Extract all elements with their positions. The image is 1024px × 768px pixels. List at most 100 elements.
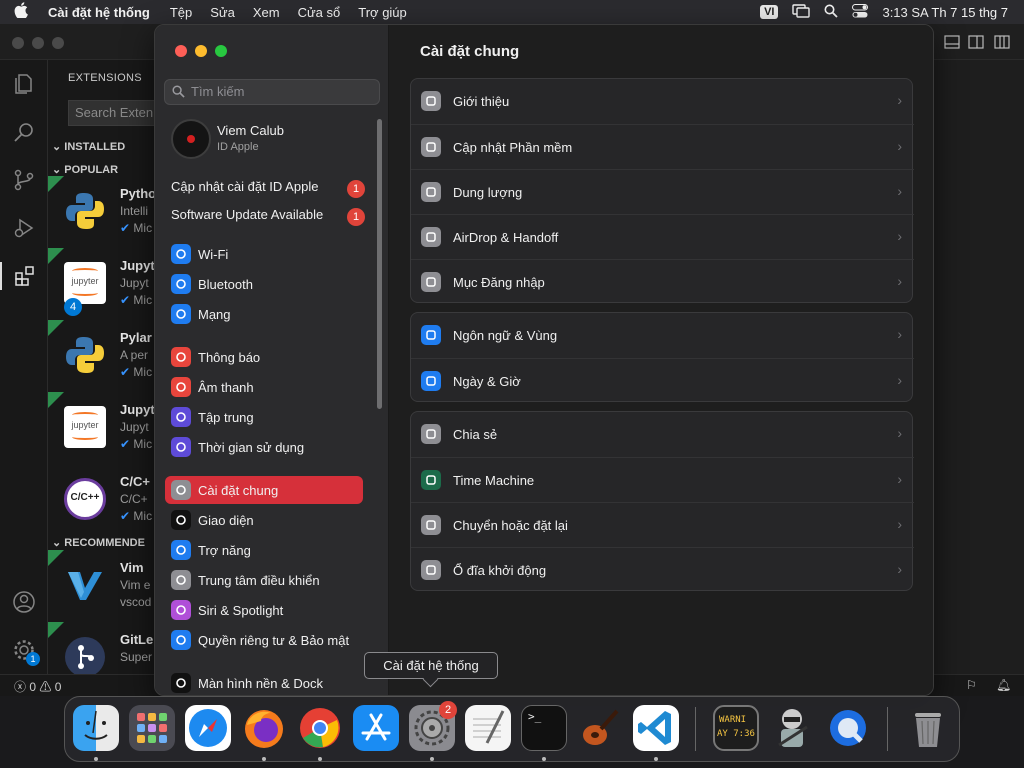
firefox-icon[interactable]	[241, 705, 287, 751]
app-store-icon[interactable]	[353, 705, 399, 751]
settings-group: Giới thiệu › Cập nhật Phần mềm › Dung lượng ›…	[410, 78, 914, 304]
sidebar-item-gear[interactable]: Cài đặt chung	[165, 476, 363, 504]
menubar-clock[interactable]: 3:13 SA Th 7 15 thg 7	[882, 5, 1008, 20]
window-zoom-button[interactable]	[215, 45, 227, 57]
sidebar-item-label: Quyền riêng tư & Bảo mật	[198, 633, 350, 648]
automator-icon[interactable]	[769, 705, 815, 751]
sidebar-item-control-center[interactable]: Trung tâm điều khiển	[165, 566, 363, 594]
run-debug-icon[interactable]	[10, 214, 38, 242]
sidebar-item-dock[interactable]: Màn hình nền & Dock	[165, 669, 363, 695]
trash-icon[interactable]	[905, 705, 951, 751]
sidebar-scrollbar[interactable]	[377, 119, 382, 409]
sidebar-item-wifi[interactable]: Wi-Fi	[165, 240, 363, 268]
apple-menu-icon[interactable]	[14, 2, 34, 22]
input-source-indicator[interactable]: VI	[760, 5, 779, 19]
window-close-button[interactable]	[175, 45, 187, 57]
sidebar-item-siri[interactable]: Siri & Spotlight	[165, 596, 363, 624]
extension-description: Jupyt	[120, 276, 149, 290]
extension-item-cpp[interactable]: C/C++ C/C+ C/C+ ✔ Mic	[48, 464, 158, 536]
installed-section-header[interactable]: ⌄ INSTALLED	[52, 140, 125, 153]
sidebar-item-hourglass[interactable]: Thời gian sử dụng	[165, 433, 363, 461]
sidebar-item-hand[interactable]: Quyền riêng tư & Bảo mật	[165, 626, 363, 654]
source-control-icon[interactable]	[10, 166, 38, 194]
screen-mirroring-icon[interactable]	[792, 3, 811, 21]
recommended-section-header[interactable]: ⌄ RECOMMENDE	[52, 536, 145, 549]
menu-view[interactable]: Xem	[253, 5, 280, 20]
sidebar-item-accessibility[interactable]: Trợ năng	[165, 536, 363, 564]
layout-icon[interactable]	[994, 34, 1010, 55]
startup-disk-icon	[421, 560, 441, 580]
toggle-panel-icon[interactable]	[944, 34, 960, 55]
feedback-icon[interactable]: ⚐	[966, 678, 977, 692]
software-update-notice[interactable]: Software Update Available 1	[171, 207, 371, 229]
settings-row-globe[interactable]: Ngôn ngữ & Vùng ›	[411, 313, 914, 358]
chevron-right-icon: ›	[897, 326, 902, 342]
garageband-icon[interactable]	[577, 705, 623, 751]
settings-row-startup-disk[interactable]: Ổ đĩa khởi động ›	[411, 547, 914, 592]
vscode-close-button[interactable]	[12, 37, 24, 49]
sidebar-item-appearance[interactable]: Giao diện	[165, 506, 363, 534]
settings-row-gear[interactable]: Cập nhật Phần mềm ›	[411, 124, 914, 169]
toggle-sidebar-icon[interactable]	[968, 34, 984, 55]
window-minimize-button[interactable]	[195, 45, 207, 57]
system-settings-dock-icon[interactable]: 2	[409, 701, 457, 751]
extension-item-jupyter[interactable]: jupyter 4 Jupyt Jupyt ✔ Mic	[48, 248, 158, 320]
settings-row-drive[interactable]: Dung lượng ›	[411, 169, 914, 214]
textedit-icon[interactable]	[465, 705, 511, 751]
vscode-zoom-button[interactable]	[52, 37, 64, 49]
launchpad-icon[interactable]	[129, 705, 175, 751]
extension-item-python[interactable]: Pytho Intelli ✔ Mic	[48, 176, 158, 248]
apple-id-account[interactable]: Viem Calub ID Apple	[171, 119, 371, 163]
menu-window[interactable]: Cửa sổ	[298, 5, 341, 20]
settings-row-list[interactable]: Mục Đăng nhập ›	[411, 259, 914, 304]
search-icon[interactable]	[10, 118, 38, 146]
settings-row-time-machine[interactable]: Time Machine ›	[411, 457, 914, 502]
menu-edit[interactable]: Sửa	[210, 5, 235, 20]
settings-row-share[interactable]: Chia sẻ ›	[411, 412, 914, 457]
vscode-minimize-button[interactable]	[32, 37, 44, 49]
finder-icon[interactable]	[73, 705, 119, 751]
vscode-icon[interactable]	[633, 705, 679, 751]
chevron-right-icon: ›	[897, 425, 902, 441]
settings-search-input[interactable]: Tìm kiếm	[164, 79, 380, 105]
spotlight-search-icon[interactable]	[824, 4, 839, 21]
problems-indicator[interactable]: ⓧ 0 ⚠ 0	[14, 678, 61, 695]
settings-row-calendar[interactable]: Ngày & Giờ ›	[411, 358, 914, 403]
terminal-icon[interactable]: >_	[521, 705, 567, 751]
chrome-icon[interactable]	[297, 705, 343, 751]
extension-item-gitlens[interactable]: GitLe Super	[48, 622, 158, 674]
recommended-marker	[48, 550, 64, 566]
extensions-icon[interactable]	[0, 262, 48, 290]
chevron-right-icon: ›	[897, 183, 902, 199]
control-center-icon[interactable]	[852, 3, 869, 21]
extension-item-vim[interactable]: Vim Vim e vscod	[48, 550, 158, 622]
console-icon[interactable]: WARNI AY 7:36	[713, 705, 759, 751]
settings-row-airdrop[interactable]: AirDrop & Handoff ›	[411, 214, 914, 259]
app-menu[interactable]: Cài đặt hệ thống	[48, 5, 150, 20]
menu-file[interactable]: Tệp	[170, 5, 192, 20]
reset-icon	[421, 515, 441, 535]
extension-item-jupyter-2[interactable]: jupyter Jupyt Jupyt ✔ Mic	[48, 392, 158, 464]
notifications-bell-icon[interactable]: 🔔︎	[996, 678, 1011, 692]
airdrop-icon	[421, 227, 441, 247]
settings-row-laptop[interactable]: Giới thiệu ›	[411, 79, 914, 124]
menu-help[interactable]: Trợ giúp	[358, 5, 407, 20]
safari-icon[interactable]	[185, 705, 231, 751]
extensions-search-input[interactable]: Search Exten	[68, 100, 158, 126]
sidebar-item-bluetooth[interactable]: Bluetooth	[165, 270, 363, 298]
settings-row-reset[interactable]: Chuyển hoặc đặt lại ›	[411, 502, 914, 547]
page-title: Cài đặt chung	[420, 43, 520, 60]
explorer-icon[interactable]	[10, 70, 38, 98]
sidebar-item-moon[interactable]: Tập trung	[165, 403, 363, 431]
running-indicator	[318, 757, 322, 761]
account-icon[interactable]	[10, 588, 38, 616]
apple-id-update-notice[interactable]: Cập nhật cài đặt ID Apple 1	[171, 179, 371, 201]
quicktime-icon[interactable]	[825, 705, 871, 751]
sidebar-item-speaker[interactable]: Âm thanh	[165, 373, 363, 401]
running-indicator	[542, 757, 546, 761]
popular-section-header[interactable]: ⌄ POPULAR	[52, 163, 118, 176]
extension-item-pylance[interactable]: Pylar A per ✔ Mic	[48, 320, 158, 392]
sidebar-item-bell[interactable]: Thông báo	[165, 343, 363, 371]
sidebar-item-globe[interactable]: Mạng	[165, 300, 363, 328]
manage-gear-icon[interactable]: 1	[10, 636, 40, 666]
